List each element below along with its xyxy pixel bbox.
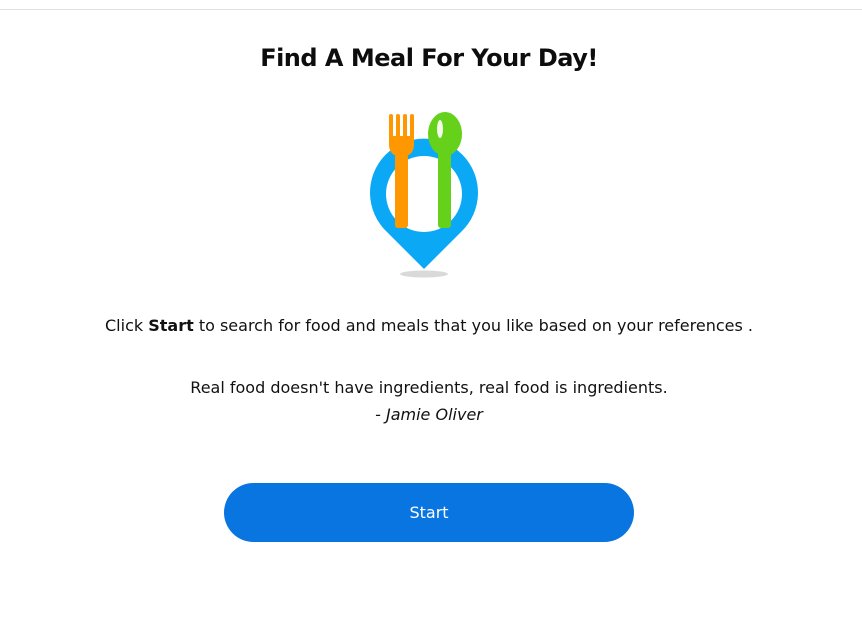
intro-text: Click Start to search for food and meals… — [0, 316, 858, 335]
quote-author: - Jamie Oliver — [375, 405, 483, 424]
intro-start-emphasis: Start — [148, 316, 194, 335]
page-title: Find A Meal For Your Day! — [260, 44, 598, 72]
intro-prefix: Click — [105, 316, 149, 335]
quote-text: Real food doesn't have ingredients, real… — [190, 378, 668, 397]
fork-spoon-location-pin-icon — [370, 112, 478, 278]
intro-suffix: to search for food and meals that you li… — [193, 316, 753, 335]
quote-block: Real food doesn't have ingredients, real… — [0, 374, 858, 428]
top-divider — [0, 9, 862, 10]
start-button[interactable]: Start — [224, 483, 634, 542]
